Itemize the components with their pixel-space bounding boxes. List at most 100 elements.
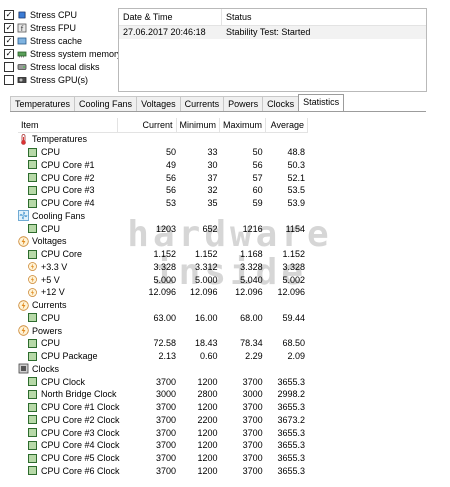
tab-statistics[interactable]: Statistics <box>298 94 345 111</box>
sensor-label: CPU <box>18 147 120 157</box>
statistics-grid: Item Current Minimum Maximum Average Tem… <box>18 118 308 477</box>
sensor-row[interactable]: CPU Core #4 53 35 59 53.9 <box>18 197 308 210</box>
stress-option[interactable]: Stress GPU(s) <box>4 73 122 86</box>
log-row-status: Stability Test: Started <box>226 27 311 37</box>
sensor-row[interactable]: North Bridge Clock 3000 2800 3000 2998.2 <box>18 388 308 401</box>
category-row[interactable]: Clocks <box>18 363 308 376</box>
sensor-label: CPU <box>18 338 120 348</box>
log-header-status[interactable]: Status <box>222 9 256 25</box>
col-header-maximum[interactable]: Maximum <box>220 118 267 132</box>
sensor-row[interactable]: +5 V 5.000 5.000 5.040 5.002 <box>18 273 308 286</box>
value-current: 3700 <box>156 465 177 476</box>
value-maximum: 56 <box>252 159 263 170</box>
category-row[interactable]: Currents <box>18 299 308 312</box>
sensor-row[interactable]: CPU Core #4 Clock 3700 1200 3700 3655.3 <box>18 439 308 452</box>
memory-icon <box>17 49 27 59</box>
stress-option[interactable]: Stress local disks <box>4 60 122 73</box>
sensor-row[interactable]: CPU Core #5 Clock 3700 1200 3700 3655.3 <box>18 452 308 465</box>
value-current: 3700 <box>156 376 177 387</box>
col-header-average[interactable]: Average <box>266 118 308 132</box>
sensor-row[interactable]: CPU Core #2 Clock 3700 2200 3700 3673.2 <box>18 414 308 427</box>
stress-options: ✓ Stress CPU ✓ f Stress FPU ✓ Stress cache ✓ Str… <box>4 8 122 86</box>
checkbox-checked[interactable]: ✓ <box>4 22 14 33</box>
checkbox-checked[interactable]: ✓ <box>4 9 14 20</box>
tab-powers[interactable]: Powers <box>223 96 264 111</box>
sensor-icon <box>28 440 37 450</box>
grid-header: Item Current Minimum Maximum Average <box>18 118 308 133</box>
stress-option[interactable]: ✓ Stress cache <box>4 34 122 47</box>
log-header-date[interactable]: Date & Time <box>119 9 222 25</box>
sensor-row[interactable]: CPU Package 2.13 0.60 2.29 2.09 <box>18 350 308 363</box>
sensor-row[interactable]: CPU Core #6 Clock 3700 1200 3700 3655.3 <box>18 465 308 478</box>
sensor-row[interactable]: CPU 1203 652 1216 1154 <box>18 222 308 235</box>
log-header: Date & Time Status <box>119 9 426 26</box>
value-current: 3.328 <box>153 261 177 272</box>
sensor-label: CPU Core #1 Clock <box>18 402 120 412</box>
sensor-row[interactable]: CPU Core #3 Clock 3700 1200 3700 3655.3 <box>18 426 308 439</box>
category-label: Currents <box>18 299 126 311</box>
sensor-icon <box>28 185 37 195</box>
tab-clocks[interactable]: Clocks <box>262 96 300 111</box>
category-row[interactable]: Voltages <box>18 235 308 248</box>
value-current: 3700 <box>156 440 177 451</box>
value-average: 3655.3 <box>277 440 305 451</box>
stress-option[interactable]: ✓ Stress system memory <box>4 47 122 60</box>
checkbox-checked[interactable]: ✓ <box>4 35 14 46</box>
sensor-row[interactable]: CPU Core #3 56 32 60 53.5 <box>18 184 308 197</box>
sensor-row[interactable]: CPU Core #1 Clock 3700 1200 3700 3655.3 <box>18 401 308 414</box>
sensor-name: CPU <box>41 147 61 158</box>
value-minimum: 1200 <box>197 376 218 387</box>
sensor-row[interactable]: CPU Core 1.152 1.152 1.168 1.152 <box>18 248 308 261</box>
stress-option-label: Stress system memory <box>30 48 122 59</box>
sensor-name: CPU Core #5 Clock <box>41 453 120 464</box>
sensor-row[interactable]: CPU 72.58 18.43 78.34 68.50 <box>18 337 308 350</box>
col-header-item[interactable]: Item <box>18 118 118 132</box>
stress-option-label: Stress GPU(s) <box>30 74 89 85</box>
sensor-label: CPU Clock <box>18 377 120 387</box>
sensor-name: CPU Core #4 Clock <box>41 440 120 451</box>
sensor-name: +5 V <box>41 274 60 285</box>
sensor-row[interactable]: CPU 50 33 50 48.8 <box>18 146 308 159</box>
tab-currents[interactable]: Currents <box>179 96 225 111</box>
sensor-name: CPU Core #4 <box>41 198 95 209</box>
voltage-icon <box>18 236 29 247</box>
sensor-row[interactable]: CPU Core #2 56 37 57 52.1 <box>18 171 308 184</box>
sensor-row[interactable]: +3.3 V 3.328 3.312 3.328 3.328 <box>18 261 308 274</box>
value-average: 5.002 <box>282 274 305 285</box>
checkbox-checked[interactable]: ✓ <box>4 48 14 59</box>
value-average: 12.096 <box>277 287 305 298</box>
category-row[interactable]: Powers <box>18 324 308 337</box>
sensor-row[interactable]: CPU 63.00 16.00 68.00 59.44 <box>18 312 308 325</box>
sensor-row[interactable]: +12 V 12.096 12.096 12.096 12.096 <box>18 286 308 299</box>
value-average: 68.50 <box>282 338 305 349</box>
category-name: Powers <box>32 325 63 336</box>
value-maximum: 3700 <box>242 376 263 387</box>
value-maximum: 5.040 <box>240 274 263 285</box>
sensor-icon <box>28 415 37 425</box>
log-row[interactable]: 27.06.2017 20:46:18 Stability Test: Star… <box>119 26 426 39</box>
stress-option[interactable]: ✓ Stress CPU <box>4 8 122 21</box>
sensor-name: CPU <box>41 312 61 323</box>
checkbox-unchecked[interactable] <box>4 74 14 85</box>
sensor-row[interactable]: CPU Core #1 49 30 56 50.3 <box>18 159 308 172</box>
value-minimum: 30 <box>207 159 218 170</box>
category-row[interactable]: Temperatures <box>18 133 308 146</box>
tab-cooling-fans[interactable]: Cooling Fans <box>74 96 138 111</box>
checkbox-unchecked[interactable] <box>4 61 14 72</box>
category-name: Temperatures <box>32 134 88 145</box>
voltage-icon <box>28 262 37 272</box>
value-maximum: 1216 <box>242 223 263 234</box>
value-minimum: 18.43 <box>194 338 218 349</box>
col-header-minimum[interactable]: Minimum <box>177 118 221 132</box>
category-label: Voltages <box>18 236 126 247</box>
cache-icon <box>17 36 27 46</box>
value-current: 56 <box>166 185 177 196</box>
category-row[interactable]: Cooling Fans <box>18 210 308 223</box>
sensor-icon <box>28 377 37 387</box>
stress-option[interactable]: ✓ f Stress FPU <box>4 21 122 34</box>
col-header-current[interactable]: Current <box>118 118 177 132</box>
sensor-row[interactable]: CPU Clock 3700 1200 3700 3655.3 <box>18 375 308 388</box>
tab-voltages[interactable]: Voltages <box>136 96 181 111</box>
stability-log: Date & Time Status 27.06.2017 20:46:18 S… <box>118 8 427 92</box>
tab-temperatures[interactable]: Temperatures <box>10 96 76 111</box>
